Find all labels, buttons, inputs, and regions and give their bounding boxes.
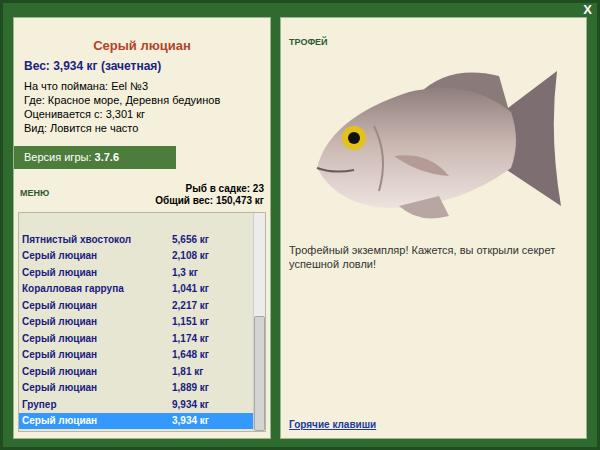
catch-row[interactable]: Серый люциан3,934 кг xyxy=(19,413,253,430)
fish-info: Серый люцианВес: 3,934 кг (зачетная) На ч… xyxy=(14,18,270,146)
close-button[interactable]: X xyxy=(583,3,592,17)
menu-button[interactable]: МЕНЮ xyxy=(20,187,49,201)
fish-detail: На что поймана: Eel №3 xyxy=(24,79,260,93)
catch-row[interactable]: Серый люциан1,648 кг xyxy=(19,347,253,364)
catch-row[interactable]: Пятнистый хвостокол5,656 кг xyxy=(19,231,253,248)
hotkeys-link[interactable]: Горячие клавиши xyxy=(289,417,578,432)
catch-row[interactable]: Серый люциан1,151 кг xyxy=(19,314,253,331)
fish-info-window: X Серый люцианВес: 3,934 кг (зачетная) На … xyxy=(0,0,600,450)
catch-row[interactable]: Серый люциан1,81 кг xyxy=(19,363,253,380)
keepnet-summary: Рыб в садке: 23Общий вес: 150,473 кг xyxy=(155,183,264,207)
fish-detail: Вид: Ловится не часто xyxy=(24,121,260,135)
right-panel: ТРОФЕЙ Трофейный экземпляр! Кажется, вы о… xyxy=(280,17,587,439)
catch-row[interactable]: Серый люциан1,889 кг xyxy=(19,380,253,397)
catch-row[interactable]: Групер9,934 кг xyxy=(19,396,253,413)
catch-row[interactable]: Серый люциан2,217 кг xyxy=(19,297,253,314)
left-panel: Серый люцианВес: 3,934 кг (зачетная) На ч… xyxy=(13,17,271,439)
catch-row[interactable]: Коралловая гаррупа1,041 кг xyxy=(19,281,253,298)
catch-row[interactable]: Серый люциан1,3 кг xyxy=(19,264,253,281)
trophy-label: ТРОФЕЙ xyxy=(289,36,578,50)
catch-row[interactable]: Серый люциан2,108 кг xyxy=(19,248,253,265)
fish-detail: Оценивается с: 3,301 кг xyxy=(24,107,260,121)
scrollbar[interactable] xyxy=(253,213,265,432)
scrollbar-thumb[interactable] xyxy=(254,316,265,431)
fish-icon xyxy=(299,56,569,231)
version-banner: Версия игры: 3.7.6 xyxy=(14,146,176,169)
fish-title: Серый люциан xyxy=(24,36,260,56)
fish-detail: Где: Красное море, Деревня бедуинов xyxy=(24,93,260,107)
trophy-message: Трофейный экземпляр! Кажется, вы открыли… xyxy=(289,243,578,271)
catch-list: Пятнистый хвостокол5,656 кгСерый люциан2… xyxy=(18,212,266,433)
catch-row[interactable]: Серый люциан1,174 кг xyxy=(19,330,253,347)
fish-weight: Вес: 3,934 кг (зачетная) xyxy=(24,57,260,75)
